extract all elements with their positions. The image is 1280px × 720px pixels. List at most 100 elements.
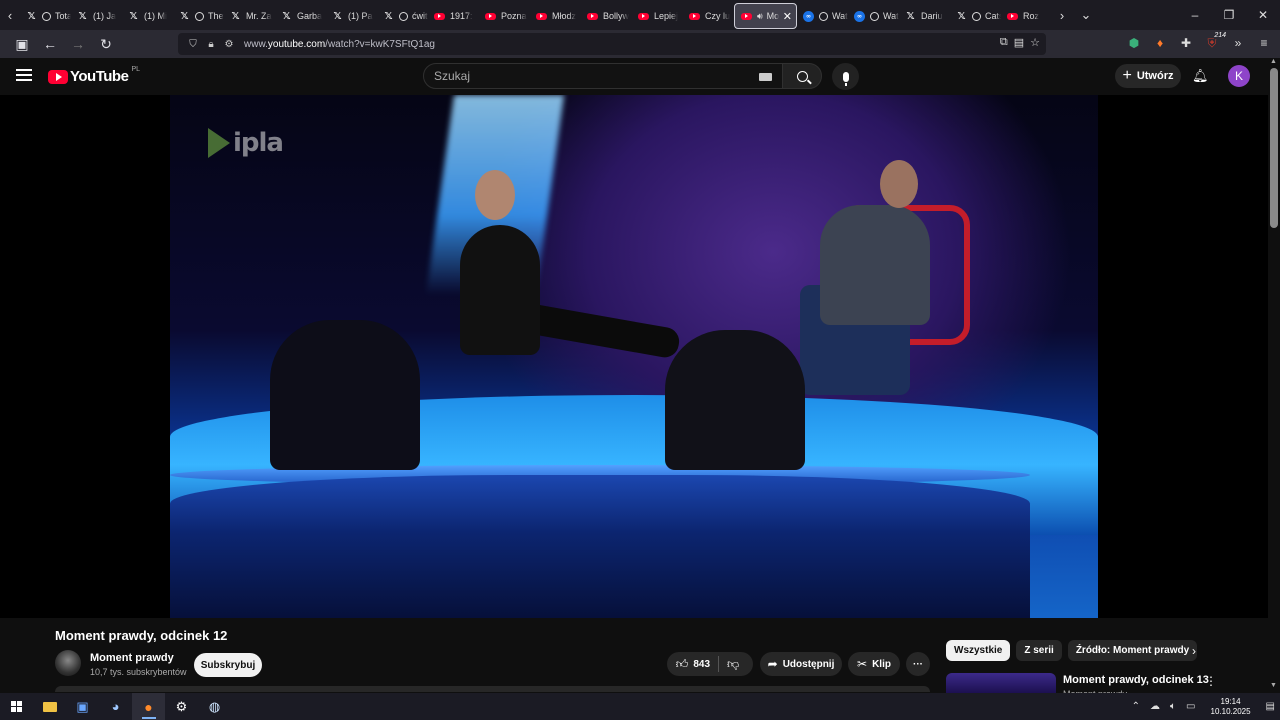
watch-icon: ∞ [854, 10, 865, 22]
browser-tab[interactable]: 𝕏 Garba [275, 3, 326, 29]
notifications-icon[interactable]: ▤ [1266, 701, 1275, 712]
extension-badge: 214 [1214, 32, 1226, 39]
minimize-icon[interactable]: – [1178, 8, 1212, 22]
video-player[interactable]: ipla [0, 95, 1268, 618]
browser-tab[interactable]: ∞ Watch [848, 3, 899, 29]
address-bar[interactable]: ⛉ 🔒︎ ⚙︎ www.youtube.com/watch?v=kwK7SFtQ… [178, 33, 1046, 55]
chip-from-series[interactable]: Z serii [1016, 640, 1062, 661]
extension-shield-icon[interactable]: ⬢ [1124, 32, 1144, 54]
thumbs-down-icon[interactable]: 👎︎ [727, 657, 739, 672]
lock-icon[interactable]: 🔒︎ [202, 39, 220, 50]
extensions-puzzle-icon[interactable]: ✚ [1176, 32, 1196, 54]
back-icon[interactable]: ← [38, 32, 62, 56]
onedrive-cloud-icon[interactable]: ☁ [1150, 701, 1160, 712]
browser-tab[interactable]: Młodz [530, 3, 581, 29]
description-box[interactable] [55, 686, 930, 692]
url-text[interactable]: www.youtube.com/watch?v=kwK7SFtQ1ag [244, 39, 435, 50]
tab-scroll-right-icon[interactable]: › [1052, 0, 1072, 30]
sidebar-toggle-icon[interactable]: ▣ [10, 32, 34, 56]
tab-audio-icon[interactable]: 🔊︎ [757, 11, 763, 22]
browser-tab[interactable]: 🔊︎ Mo ✕ [734, 3, 797, 29]
chip-source[interactable]: Źródło: Moment prawdy [1067, 640, 1198, 661]
browser-tab[interactable]: 𝕏 They c [173, 3, 224, 29]
guide-menu-icon[interactable] [16, 69, 32, 81]
permissions-icon[interactable]: ⚙︎ [220, 39, 238, 50]
share-button[interactable]: ➦ Udostępnij [760, 652, 842, 676]
start-button[interactable] [0, 693, 33, 720]
chip-all[interactable]: Wszystkie [946, 640, 1011, 661]
scroll-up-icon[interactable]: ▲ [1270, 58, 1277, 65]
reader-view-icon[interactable]: ▤ [1014, 36, 1024, 49]
browser-tab[interactable]: Czy lu [683, 3, 734, 29]
firefox-icon[interactable]: ● [132, 693, 165, 720]
file-explorer-icon[interactable] [33, 693, 66, 720]
browser-tab[interactable]: Bollyw [581, 3, 632, 29]
browser-tab[interactable]: Pozna [479, 3, 530, 29]
bookmark-star-icon[interactable]: ☆ [1030, 36, 1040, 49]
display-icon[interactable]: ▭ [1186, 701, 1195, 712]
browser-tab[interactable]: 𝕏 (1) Pa [326, 3, 377, 29]
youtube-icon [741, 12, 752, 20]
video-frame[interactable]: ipla [170, 95, 1098, 618]
remote-desktop-icon[interactable]: ▣ [66, 693, 99, 720]
tab-close-icon[interactable]: ✕ [783, 10, 792, 23]
app-menu-icon[interactable]: ≡ [1254, 32, 1274, 54]
recommendation-menu-icon[interactable]: ⋮ [1205, 674, 1217, 688]
app-globe-icon[interactable]: ◍ [198, 693, 231, 720]
tab-list-dropdown-icon[interactable]: ⌄ [1076, 0, 1096, 30]
youtube-logo[interactable]: YouTube PL [48, 66, 140, 85]
reload-icon[interactable]: ↻ [94, 32, 118, 56]
chips-next-icon[interactable]: › [1192, 644, 1196, 658]
page-scrollbar[interactable]: ▲ ▼ [1268, 58, 1280, 693]
scroll-down-icon[interactable]: ▼ [1270, 682, 1277, 689]
browser-tab[interactable]: 𝕏 Cats w [950, 3, 1001, 29]
keyboard-icon[interactable] [759, 73, 772, 81]
restore-icon[interactable]: ❐ [1212, 8, 1246, 22]
system-clock[interactable]: 19:14 10.10.2025 [1211, 697, 1251, 717]
youtube-icon [689, 12, 700, 20]
clip-button[interactable]: ✂ Klip [848, 652, 900, 676]
like-dislike-group: 👍︎ 843 👎︎ [667, 652, 753, 676]
thumbs-up-icon[interactable]: 👍︎ [676, 657, 689, 672]
search-button[interactable] [782, 63, 822, 89]
recommendation-title[interactable]: Moment prawdy, odcinek 13 [1063, 674, 1209, 686]
more-actions-button[interactable]: ··· [906, 652, 930, 676]
browser-tab[interactable]: 𝕏 (1) Mi [122, 3, 173, 29]
tab-label: (1) Mi [144, 11, 167, 21]
steam-icon[interactable]: ◕ [99, 693, 132, 720]
extension-fox-icon[interactable]: ♦ [1150, 32, 1170, 54]
like-count[interactable]: 843 [693, 659, 710, 670]
settings-gear-icon[interactable]: ⚙ [165, 693, 198, 720]
tab-site-icon [819, 11, 828, 21]
channel-avatar[interactable] [55, 650, 81, 676]
picture-in-picture-icon[interactable]: ⧉ [1000, 36, 1008, 49]
x-icon: 𝕏 [129, 10, 138, 22]
browser-tab[interactable]: ∞ Watch [797, 3, 848, 29]
subscribe-button[interactable]: Subskrybuj [194, 653, 262, 677]
forward-icon[interactable]: → [66, 32, 90, 56]
volume-icon[interactable]: 🔈︎ [1170, 701, 1176, 712]
channel-name[interactable]: Moment prawdy [90, 652, 174, 664]
notifications-bell-icon[interactable]: 🔔︎ [1192, 68, 1209, 84]
close-window-icon[interactable]: ✕ [1246, 8, 1280, 22]
browser-tab[interactable]: 𝕏 Totaln [20, 3, 71, 29]
scrollbar-thumb[interactable] [1270, 68, 1278, 228]
browser-tab[interactable]: 𝕏 Mr. Za [224, 3, 275, 29]
voice-search-button[interactable] [832, 63, 859, 90]
extension-ublock-icon[interactable]: ⛨ 214 [1202, 32, 1226, 54]
search-input[interactable]: Szukaj [423, 63, 783, 89]
account-avatar[interactable]: K [1228, 65, 1250, 87]
host-head [475, 170, 515, 220]
browser-tab[interactable]: Roz [1001, 3, 1052, 29]
tracking-shield-icon[interactable]: ⛉ [184, 39, 202, 50]
tab-scroll-left-icon[interactable]: ‹ [0, 0, 20, 30]
recommendation-thumbnail[interactable] [946, 673, 1056, 693]
browser-tab[interactable]: Lepiej [632, 3, 683, 29]
browser-tab[interactable]: 1917: [428, 3, 479, 29]
browser-tab[interactable]: 𝕏 Dariu [899, 3, 950, 29]
create-button[interactable]: + Utwórz [1115, 64, 1181, 88]
tray-expand-icon[interactable]: ⌃ [1132, 701, 1140, 712]
browser-tab[interactable]: 𝕏 (1) Ja [71, 3, 122, 29]
overflow-chevron-icon[interactable]: » [1228, 32, 1248, 54]
browser-tab[interactable]: 𝕏ćwitte [377, 3, 428, 29]
